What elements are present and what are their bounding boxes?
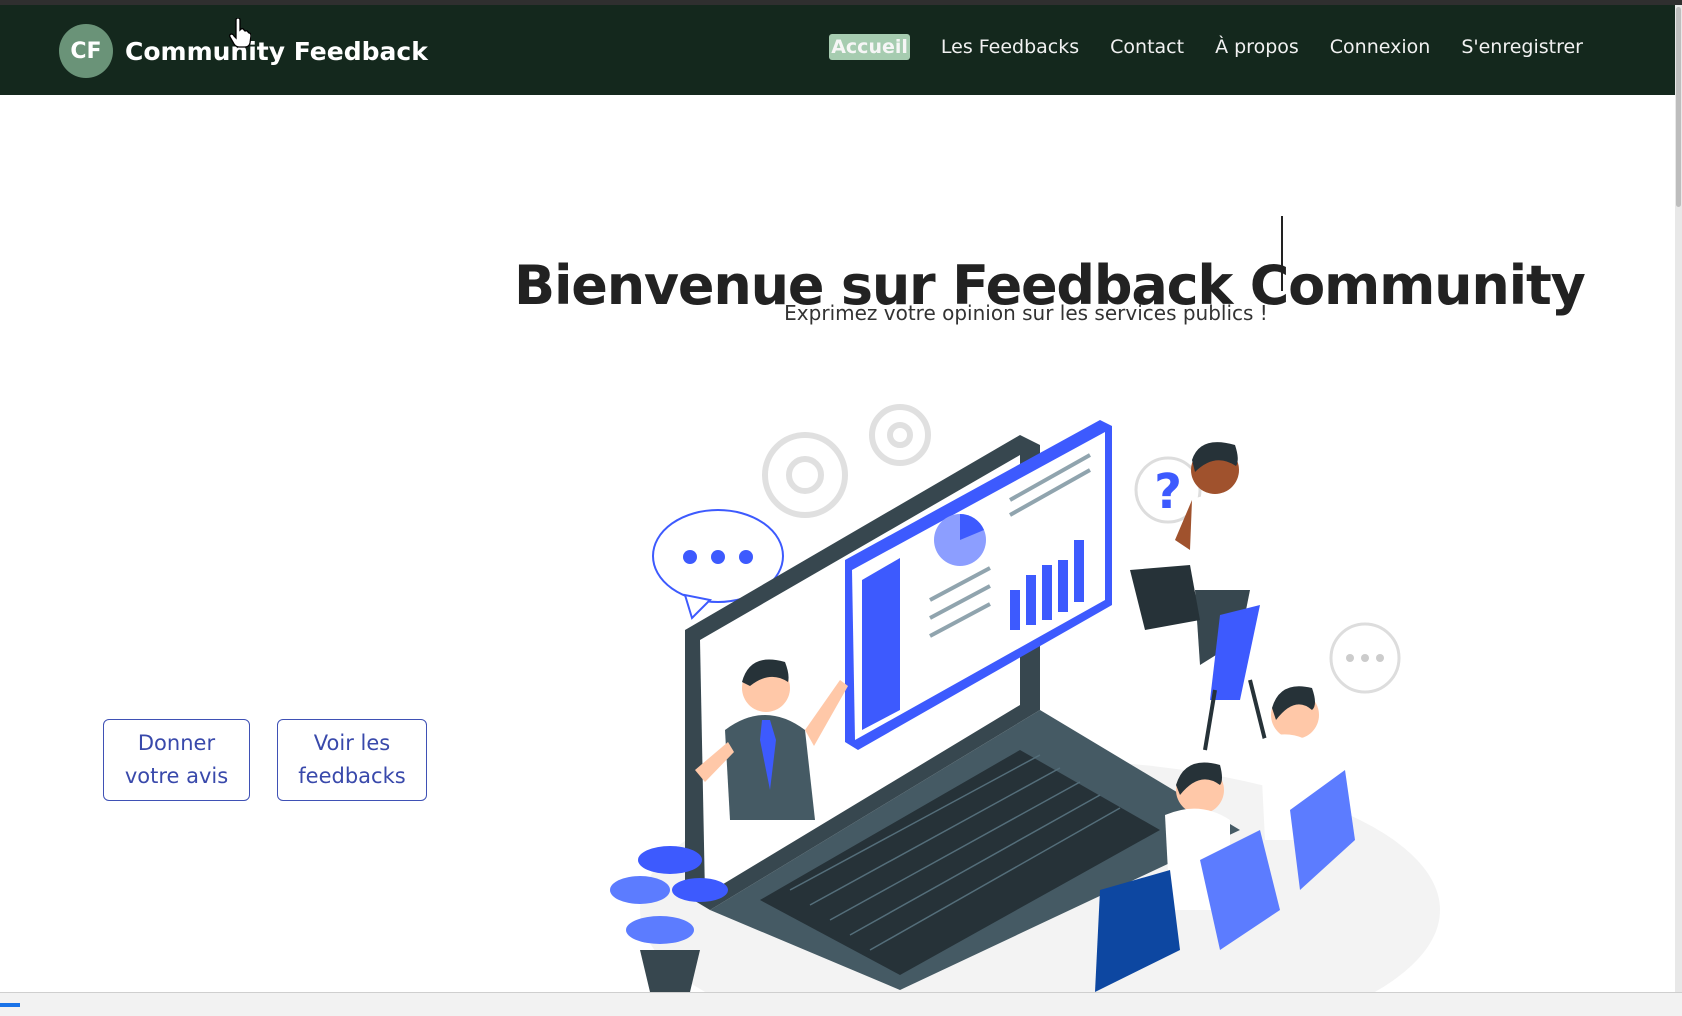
hero-subtitle: Exprimez votre opinion sur les services … — [784, 301, 1268, 325]
brand-name[interactable]: Community Feedback — [125, 37, 428, 66]
navbar: CF Community Feedback Accueil Les Feedba… — [0, 5, 1675, 95]
nav-item-les-feedbacks[interactable]: Les Feedbacks — [941, 36, 1079, 58]
nav-item-connexion[interactable]: Connexion — [1330, 36, 1431, 58]
gear-icon — [762, 404, 931, 518]
svg-text:?: ? — [1154, 464, 1182, 520]
nav-item-senregistrer[interactable]: S'enregistrer — [1461, 36, 1583, 58]
nav-item-a-propos[interactable]: À propos — [1215, 36, 1299, 58]
hero-subtitle-wrap: Exprimez votre opinion sur les services … — [0, 301, 1682, 325]
give-feedback-label-1: Donner — [137, 731, 216, 755]
give-feedback-label-2: votre avis — [124, 764, 229, 788]
brand-logo[interactable]: CF — [59, 24, 113, 78]
chat-bubble-icon — [1329, 622, 1401, 694]
hand-cursor-icon — [229, 18, 251, 48]
nav-item-accueil[interactable]: Accueil — [829, 34, 910, 60]
view-feedbacks-label-2: feedbacks — [298, 764, 406, 788]
hero-illustration: ? — [610, 404, 1440, 992]
give-feedback-button[interactable]: Donner votre avis — [103, 719, 250, 801]
view-feedbacks-label-1: Voir les — [313, 731, 391, 755]
vertical-scrollbar[interactable] — [1675, 5, 1682, 992]
bottom-status-bar — [0, 992, 1682, 1016]
nav-links: Accueil Les Feedbacks Contact À propos C… — [829, 34, 1583, 60]
nav-item-contact[interactable]: Contact — [1110, 36, 1184, 58]
text-caret — [1281, 216, 1283, 291]
load-progress-bar — [0, 1003, 20, 1007]
scrollbar-thumb[interactable] — [1676, 7, 1681, 207]
view-feedbacks-button[interactable]: Voir les feedbacks — [277, 719, 427, 801]
